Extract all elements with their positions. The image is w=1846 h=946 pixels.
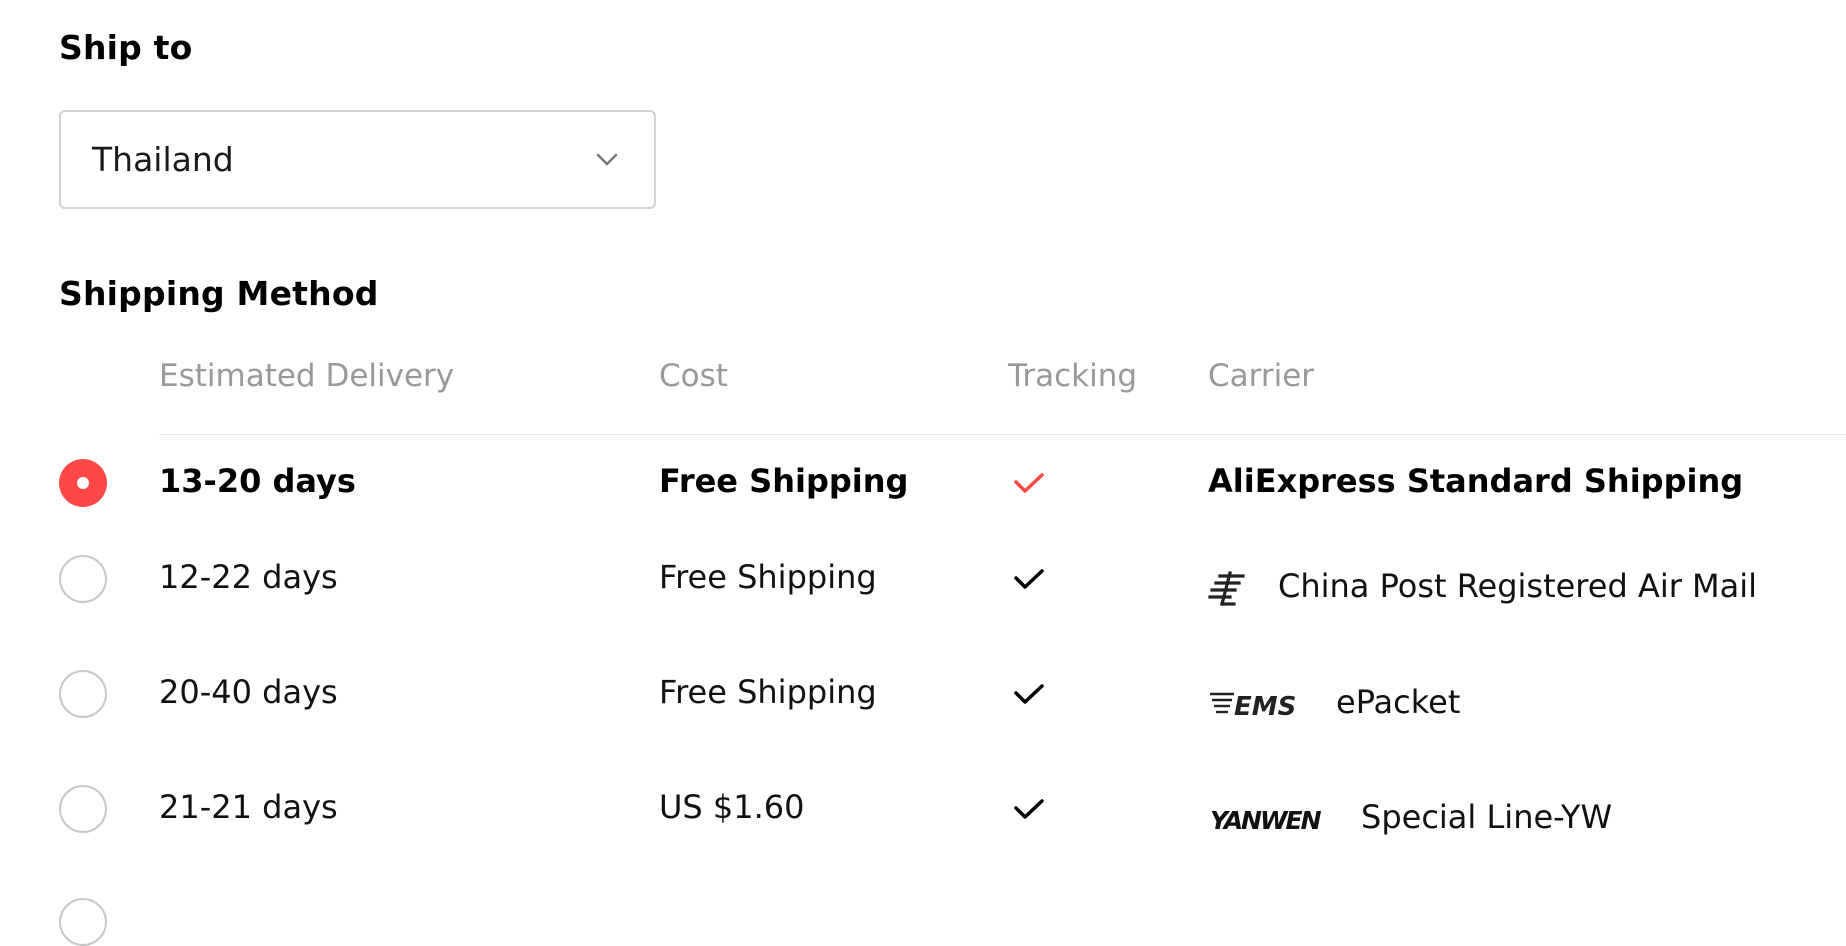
tracking-check-icon xyxy=(1014,684,1044,704)
tracking-check-icon xyxy=(1014,799,1044,819)
shipping-option-row[interactable]: 21-21 days US $1.60 YANWEN Special Line-… xyxy=(0,765,1846,855)
shipping-option-radio-partial[interactable] xyxy=(59,898,107,946)
shipping-cost: Free Shipping xyxy=(659,462,909,500)
ems-logo-icon: EMS xyxy=(1210,692,1296,720)
shipping-method-title: Shipping Method xyxy=(59,274,379,313)
delivery-estimate: 20-40 days xyxy=(159,673,338,711)
tracking-check-icon xyxy=(1014,473,1044,493)
carrier-name: Special Line-YW xyxy=(1361,798,1613,836)
shipping-cost: Free Shipping xyxy=(659,673,877,711)
country-select-value: Thailand xyxy=(92,140,234,179)
ship-to-title: Ship to xyxy=(59,28,193,67)
svg-text:YANWEN: YANWEN xyxy=(1210,806,1322,835)
shipping-cost: Free Shipping xyxy=(659,558,877,596)
chevron-down-icon xyxy=(596,153,618,166)
shipping-option-radio[interactable] xyxy=(59,670,107,718)
shipping-option-row[interactable]: 13-20 days Free Shipping AliExpress Stan… xyxy=(0,438,1846,528)
column-header-tracking: Tracking xyxy=(1008,358,1138,394)
carrier-name: ePacket xyxy=(1336,683,1461,721)
shipping-option-row[interactable]: 20-40 days Free Shipping EMS ePacket xyxy=(0,650,1846,740)
radio-dot xyxy=(77,477,89,489)
shipping-option-row[interactable]: 12-22 days Free Shipping China Post Regi… xyxy=(0,535,1846,625)
delivery-estimate: 21-21 days xyxy=(159,788,338,826)
column-header-carrier: Carrier xyxy=(1208,358,1315,394)
carrier-name: AliExpress Standard Shipping xyxy=(1208,462,1744,500)
tracking-check-icon xyxy=(1014,569,1044,589)
yanwen-logo-icon: YANWEN xyxy=(1210,806,1324,835)
china-post-logo-icon xyxy=(1208,571,1245,606)
delivery-estimate: 12-22 days xyxy=(159,558,338,596)
shipping-option-radio-selected[interactable] xyxy=(59,459,107,507)
column-header-estimated-delivery: Estimated Delivery xyxy=(159,358,455,394)
shipping-option-radio[interactable] xyxy=(59,785,107,833)
svg-text:EMS: EMS xyxy=(1234,692,1296,720)
column-header-cost: Cost xyxy=(659,358,728,394)
delivery-estimate: 13-20 days xyxy=(159,462,356,500)
carrier-name: China Post Registered Air Mail xyxy=(1278,567,1758,605)
shipping-option-radio[interactable] xyxy=(59,555,107,603)
shipping-cost: US $1.60 xyxy=(659,788,805,826)
header-divider xyxy=(159,434,1846,435)
country-select[interactable]: Thailand xyxy=(59,110,656,209)
